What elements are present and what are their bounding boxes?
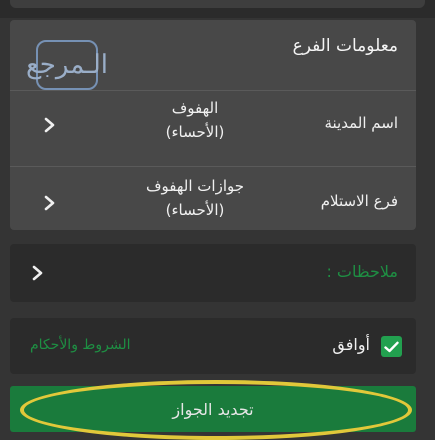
agree-checkbox[interactable] [381,336,402,357]
branch-value-line1: جوازات الهفوف [145,177,245,195]
city-value-line2: (الأحساء) [165,123,225,141]
notes-label: ملاحظات : [326,262,398,281]
watermark-logo: الـمرجع [26,40,108,90]
branch-value: جوازات الهفوف (الأحساء) [120,174,270,222]
top-strip-bar [10,0,425,8]
chevron-right-icon [32,265,43,281]
branch-label: فرع الاستلام [320,192,398,210]
renew-passport-button[interactable]: تجديد الجواز [10,386,416,432]
row-divider [10,166,416,167]
chevron-right-icon [44,195,55,211]
renew-button-label: تجديد الجواز [172,399,254,419]
branch-row[interactable]: فرع الاستلام جوازات الهفوف (الأحساء) [10,168,416,238]
checkmark-icon [384,341,399,352]
city-value: الهفوف (الأحساء) [120,96,270,144]
notes-field[interactable]: ملاحظات : [10,244,416,302]
agreement-row: أوافق الشروط والأحكام [10,318,416,374]
branch-info-title: معلومات الفرع [292,36,398,56]
agree-label: أوافق [332,335,370,354]
city-label: اسم المدينة [324,114,398,132]
top-strip [0,0,435,18]
branch-value-line2: (الأحساء) [165,201,225,219]
branch-info-card: الـمرجع معلومات الفرع اسم المدينة الهفوف… [10,20,416,230]
city-row[interactable]: اسم المدينة الهفوف (الأحساء) [10,90,416,160]
chevron-right-icon [44,117,55,133]
terms-link[interactable]: الشروط والأحكام [30,337,130,353]
city-value-line1: الهفوف [171,99,219,117]
